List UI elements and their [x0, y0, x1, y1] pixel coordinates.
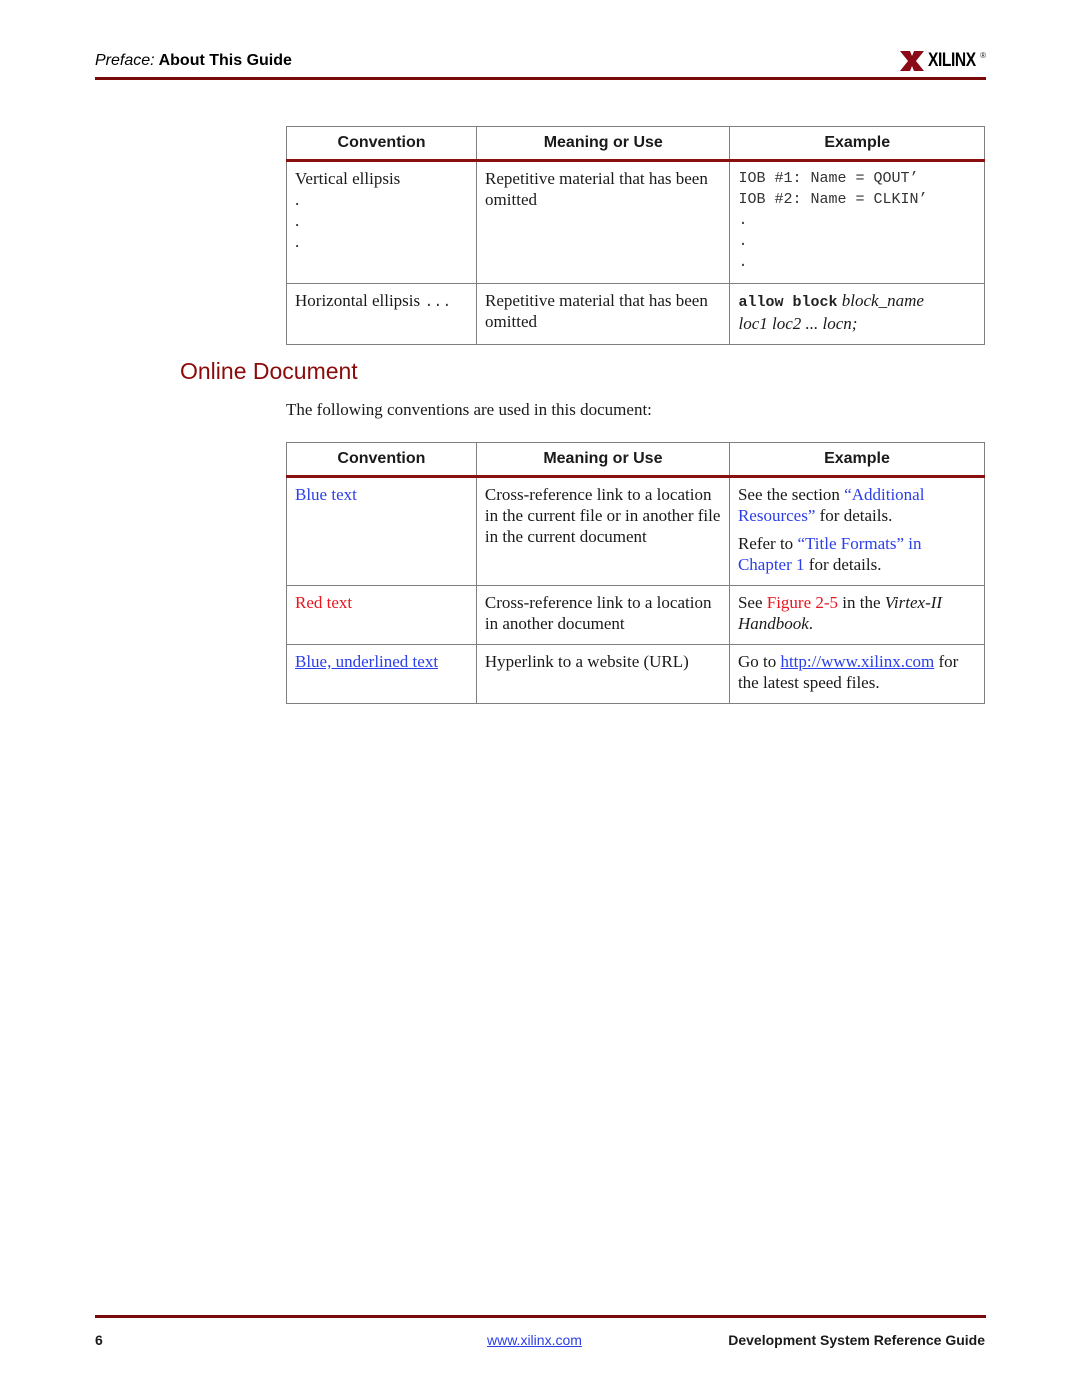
xilinx-logo: XILINX ® — [899, 50, 986, 72]
external-cross-reference-link[interactable]: Figure 2-5 — [767, 593, 838, 612]
logo-wordmark: XILINX — [927, 50, 976, 71]
cell-convention: Vertical ellipsis . . . — [285, 160, 478, 284]
convention-red-text: Red text — [295, 593, 353, 612]
example-suffix: for details. — [804, 555, 882, 574]
example-prefix: See — [737, 593, 767, 612]
example-code-line: IOB #1: Name = QOUT’ — [738, 170, 919, 187]
cell-example: See Figure 2-5 in the Virtex-II Handbook… — [728, 585, 986, 645]
ellipsis-dot: . — [295, 190, 300, 209]
cell-meaning: Cross-reference link to a location in an… — [475, 585, 730, 645]
column-header-convention: Convention — [285, 126, 478, 162]
ellipsis-dot: . — [738, 254, 748, 271]
column-header-meaning: Meaning or Use — [476, 126, 731, 162]
example-italic-line: loc1 loc2 ... locn; — [738, 314, 858, 333]
footer-website-link[interactable]: www.xilinx.com — [487, 1332, 582, 1348]
cell-example: allow block block_name loc1 loc2 ... loc… — [729, 283, 985, 345]
table-row: Blue text Cross-reference link to a loca… — [286, 476, 986, 586]
column-header-convention: Convention — [286, 442, 477, 478]
ellipsis-dot: . — [738, 212, 748, 229]
table-row: Horizontal ellipsis ... Repetitive mater… — [285, 283, 985, 345]
cell-convention: Horizontal ellipsis ... — [285, 283, 478, 345]
cell-convention: Red text — [286, 585, 477, 645]
example-middle: in the — [838, 593, 885, 612]
convention-blue-underlined-text: Blue, underlined text — [295, 652, 439, 671]
header-section-title: About This Guide — [158, 52, 292, 69]
example-paragraph: See the section “Additional Resources” f… — [738, 484, 976, 526]
ellipsis-dot: . — [295, 211, 300, 230]
cell-example: Go to http://www.xilinx.com for the late… — [728, 644, 986, 704]
example-prefix: Refer to — [737, 534, 798, 553]
column-header-example: Example — [729, 126, 985, 162]
table-header-row: Convention Meaning or Use Example — [285, 126, 985, 162]
ellipsis-dot: . — [295, 232, 300, 251]
cell-example: See the section “Additional Resources” f… — [728, 476, 986, 586]
page-number: 6 — [95, 1332, 103, 1348]
example-code-bold: allow block — [738, 294, 838, 311]
example-suffix: . — [808, 614, 814, 633]
cell-meaning: Repetitive material that has been omitte… — [476, 283, 731, 345]
conventions-table-typographical: Convention Meaning or Use Example Vertic… — [285, 126, 985, 345]
cell-meaning: Repetitive material that has been omitte… — [476, 160, 731, 284]
example-code-line: IOB #2: Name = CLKIN’ — [738, 191, 928, 208]
column-header-example: Example — [728, 442, 986, 478]
cell-meaning: Hyperlink to a website (URL) — [475, 644, 730, 704]
footer-document-title: Development System Reference Guide — [728, 1332, 985, 1348]
table-header-row: Convention Meaning or Use Example — [286, 442, 986, 478]
convention-text: Horizontal ellipsis — [295, 291, 421, 310]
example-paragraph: Refer to “Title Formats” in Chapter 1 fo… — [738, 533, 976, 575]
conventions-table-online: Convention Meaning or Use Example Blue t… — [286, 442, 986, 704]
footer-rule — [95, 1315, 986, 1318]
table-row: Red text Cross-reference link to a locat… — [286, 585, 986, 645]
example-prefix: Go to — [737, 652, 781, 671]
example-prefix: See the section — [737, 485, 845, 504]
website-hyperlink[interactable]: http://www.xilinx.com — [780, 652, 934, 671]
section-heading: Online Document — [180, 358, 358, 384]
running-header: Preface: About This Guide — [95, 52, 292, 70]
example-italic: block_name — [841, 291, 924, 310]
header-section-label: Preface: — [95, 52, 155, 69]
ellipsis-dot: . — [738, 233, 748, 250]
convention-text: Vertical ellipsis — [295, 169, 401, 188]
page-header: Preface: About This Guide XILINX ® — [95, 50, 986, 80]
table-row: Vertical ellipsis . . . Repetitive mater… — [285, 160, 985, 284]
cell-convention: Blue, underlined text — [286, 644, 477, 704]
cell-meaning: Cross-reference link to a location in th… — [475, 476, 730, 586]
convention-blue-text: Blue text — [295, 485, 357, 504]
registered-mark: ® — [980, 50, 986, 60]
cell-convention: Blue text — [286, 476, 477, 586]
header-rule — [95, 77, 986, 80]
example-suffix: for details. — [815, 506, 893, 525]
intro-paragraph: The following conventions are used in th… — [286, 400, 652, 419]
table-row: Blue, underlined text Hyperlink to a web… — [286, 644, 986, 704]
xilinx-logo-icon — [899, 51, 924, 71]
cell-example: IOB #1: Name = QOUT’ IOB #2: Name = CLKI… — [729, 160, 985, 284]
ellipsis-glyph: ... — [424, 294, 452, 311]
column-header-meaning: Meaning or Use — [475, 442, 730, 478]
